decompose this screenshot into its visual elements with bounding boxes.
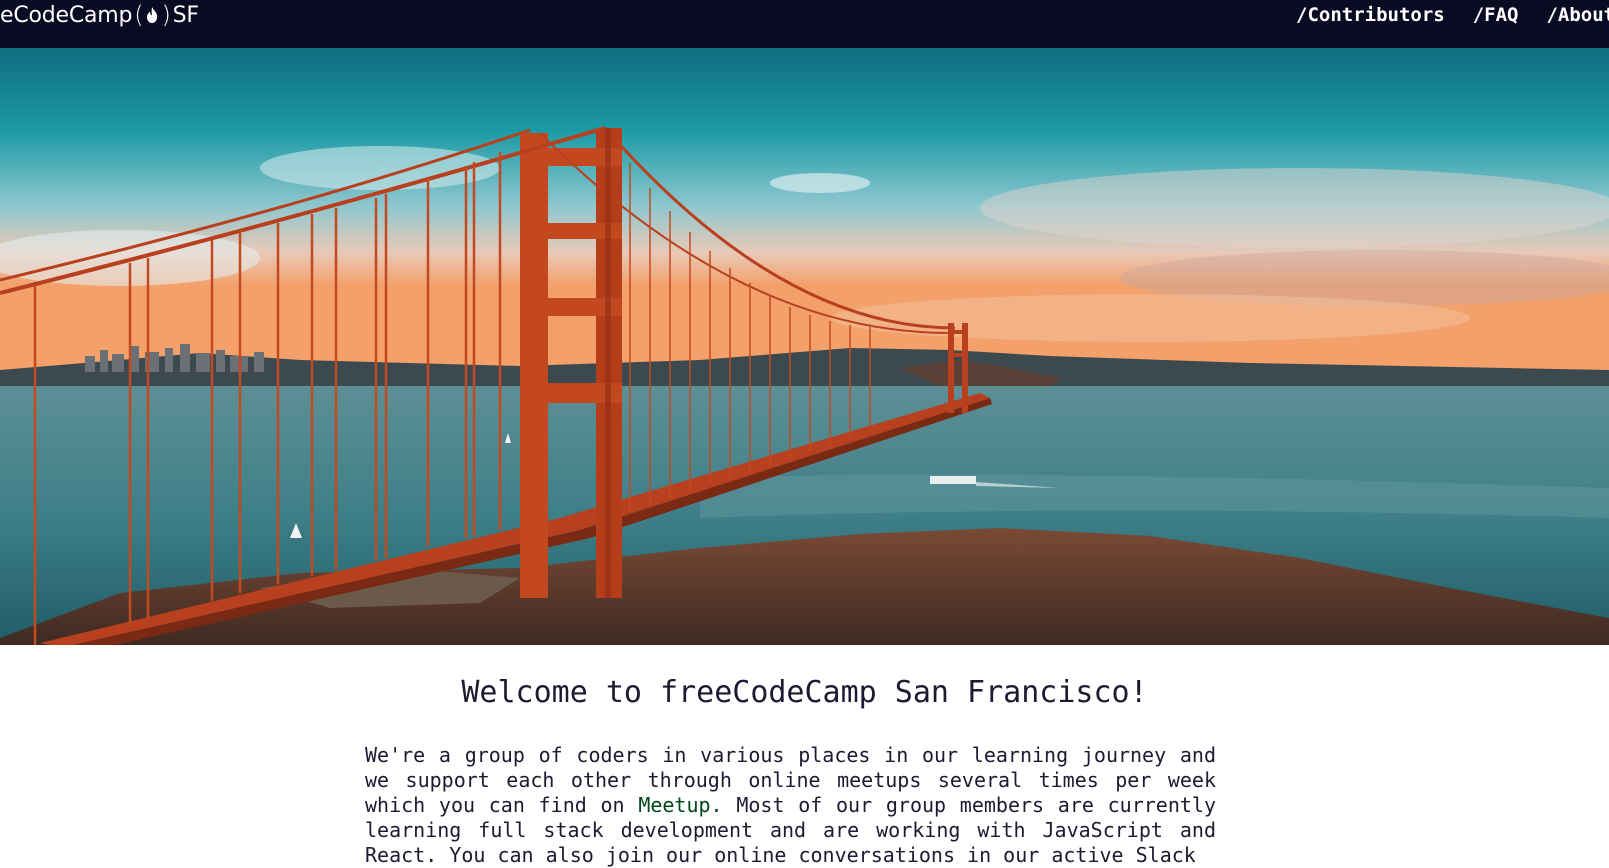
intro-paragraph: We're a group of coders in various place… xyxy=(365,743,1216,868)
meetup-link[interactable]: Meetup. xyxy=(638,793,722,817)
nav-link-about[interactable]: /About xyxy=(1546,4,1609,26)
logo-text-left: eCodeCamp xyxy=(0,2,133,28)
top-navbar: eCodeCamp ( ) SF /Contributors /FAQ /Abo… xyxy=(0,0,1609,48)
hero-image xyxy=(0,48,1609,645)
main-content: Welcome to freeCodeCamp San Francisco! W… xyxy=(0,645,1609,867)
site-logo[interactable]: eCodeCamp ( ) SF xyxy=(0,0,199,30)
nav-link-contributors[interactable]: /Contributors xyxy=(1296,4,1445,26)
page-title: Welcome to freeCodeCamp San Francisco! xyxy=(461,675,1148,710)
logo-paren-close: ) xyxy=(161,1,171,29)
logo-paren-open: ( xyxy=(134,1,144,29)
golden-gate-bridge-photo xyxy=(0,48,1609,645)
nav-link-faq[interactable]: /FAQ xyxy=(1473,4,1519,26)
main-nav: /Contributors /FAQ /About xyxy=(1296,0,1609,30)
flame-icon xyxy=(145,6,159,24)
logo-text-right: SF xyxy=(172,2,199,28)
